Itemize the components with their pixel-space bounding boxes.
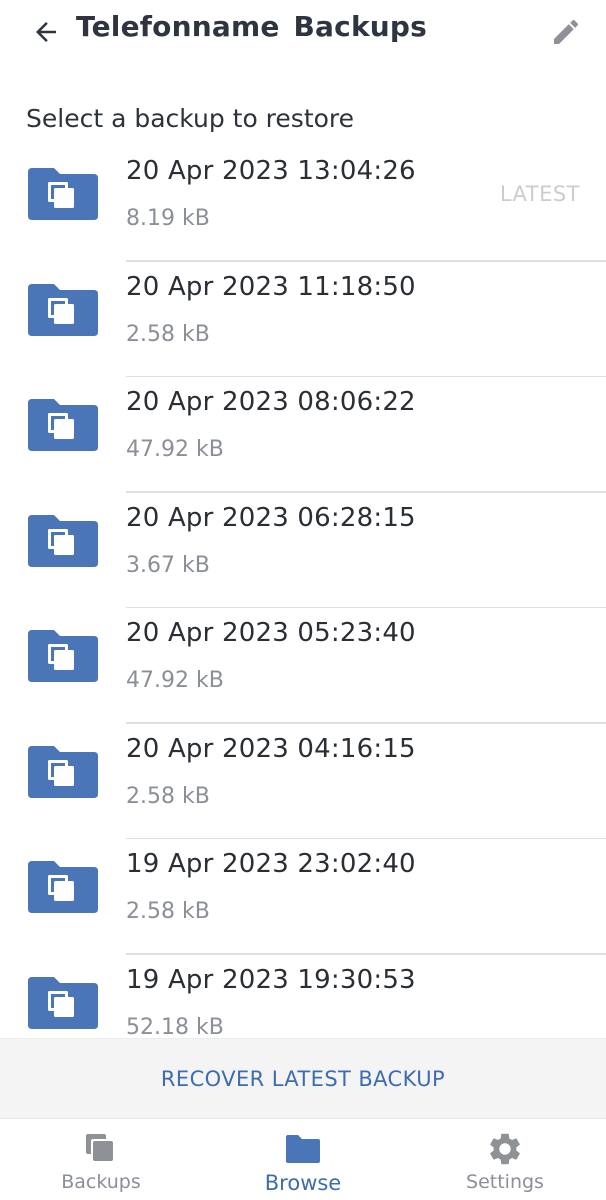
backup-folder-icon bbox=[28, 745, 98, 798]
back-button[interactable] bbox=[26, 12, 66, 52]
backup-list-item[interactable]: 20 Apr 2023 05:23:40 47.92 kB bbox=[0, 608, 606, 724]
app-root: Telefonname Backups Select a backup to r… bbox=[0, 0, 606, 1200]
backup-list-item[interactable]: 20 Apr 2023 11:18:50 2.58 kB bbox=[0, 262, 606, 377]
backup-list-item[interactable]: 19 Apr 2023 23:02:40 2.58 kB bbox=[0, 839, 606, 955]
backup-size: 47.92 kB bbox=[126, 668, 224, 693]
pencil-icon bbox=[554, 19, 579, 44]
backup-folder-icon bbox=[28, 976, 98, 1029]
backup-list-item[interactable]: 20 Apr 2023 06:28:15 3.67 kB bbox=[0, 493, 606, 608]
nav-label-backups: Backups bbox=[61, 1171, 141, 1193]
backup-folder-icon bbox=[28, 283, 98, 336]
backup-size: 2.58 kB bbox=[126, 321, 210, 347]
list-subtitle: Select a backup to restore bbox=[26, 104, 355, 133]
backup-size: 52.18 kB bbox=[126, 1014, 224, 1039]
backup-folder-icon bbox=[28, 861, 98, 913]
backup-size: 47.92 kB bbox=[126, 437, 224, 462]
backup-date: 20 Apr 2023 05:23:40 bbox=[126, 618, 416, 648]
backup-folder-icon bbox=[28, 514, 98, 567]
backup-date: 20 Apr 2023 13:04:26 bbox=[126, 156, 416, 186]
edit-button[interactable] bbox=[546, 12, 586, 52]
backup-folder-icon bbox=[28, 630, 98, 682]
nav-item-settings[interactable]: Settings bbox=[404, 1119, 606, 1200]
nav-label-settings: Settings bbox=[466, 1171, 544, 1193]
backup-date: 20 Apr 2023 11:18:50 bbox=[126, 271, 416, 302]
arrow-left-icon bbox=[36, 22, 56, 42]
backup-date: 19 Apr 2023 19:30:53 bbox=[126, 964, 416, 995]
backup-list-item[interactable]: 20 Apr 2023 13:04:26 8.19 kB LATEST bbox=[0, 146, 606, 262]
nav-item-backups[interactable]: Backups bbox=[0, 1119, 202, 1200]
backup-size: 3.67 kB bbox=[126, 552, 210, 578]
latest-badge: LATEST bbox=[499, 182, 580, 206]
backup-date: 20 Apr 2023 04:16:15 bbox=[126, 733, 416, 764]
nav-item-browse[interactable]: Browse bbox=[202, 1119, 404, 1200]
backup-list[interactable]: 20 Apr 2023 13:04:26 8.19 kB LATEST 20 Apr … bbox=[0, 146, 606, 1038]
recover-latest-button[interactable]: RECOVER LATEST BACKUP bbox=[161, 1067, 445, 1091]
gear-icon bbox=[490, 1133, 520, 1165]
title-suffix: Backups bbox=[293, 10, 428, 43]
backup-folder-icon bbox=[28, 168, 98, 220]
backup-list-item[interactable]: 19 Apr 2023 19:30:53 52.18 kB bbox=[0, 955, 606, 1039]
backup-date: 20 Apr 2023 06:28:15 bbox=[126, 502, 416, 533]
nav-label-browse: Browse bbox=[264, 1171, 342, 1195]
backup-list-item[interactable]: 20 Apr 2023 08:06:22 47.92 kB bbox=[0, 377, 606, 493]
backup-date: 20 Apr 2023 08:06:22 bbox=[126, 387, 416, 417]
backup-size: 8.19 kB bbox=[126, 206, 210, 231]
recover-bar: RECOVER LATEST BACKUP bbox=[0, 1038, 606, 1118]
backup-date: 19 Apr 2023 23:02:40 bbox=[126, 849, 416, 879]
backup-folder-icon bbox=[28, 399, 98, 451]
folder-icon bbox=[286, 1135, 320, 1163]
bottom-navigation: Backups Browse Settings bbox=[0, 1118, 606, 1200]
device-name: Telefonname bbox=[76, 10, 280, 43]
backup-list-item[interactable]: 20 Apr 2023 04:16:15 2.58 kB bbox=[0, 724, 606, 839]
top-app-bar: Telefonname Backups bbox=[0, 0, 606, 62]
copies-icon bbox=[86, 1134, 113, 1161]
page-title: Telefonname Backups bbox=[76, 10, 427, 43]
backup-size: 2.58 kB bbox=[126, 783, 210, 809]
backup-size: 2.58 kB bbox=[126, 899, 210, 924]
